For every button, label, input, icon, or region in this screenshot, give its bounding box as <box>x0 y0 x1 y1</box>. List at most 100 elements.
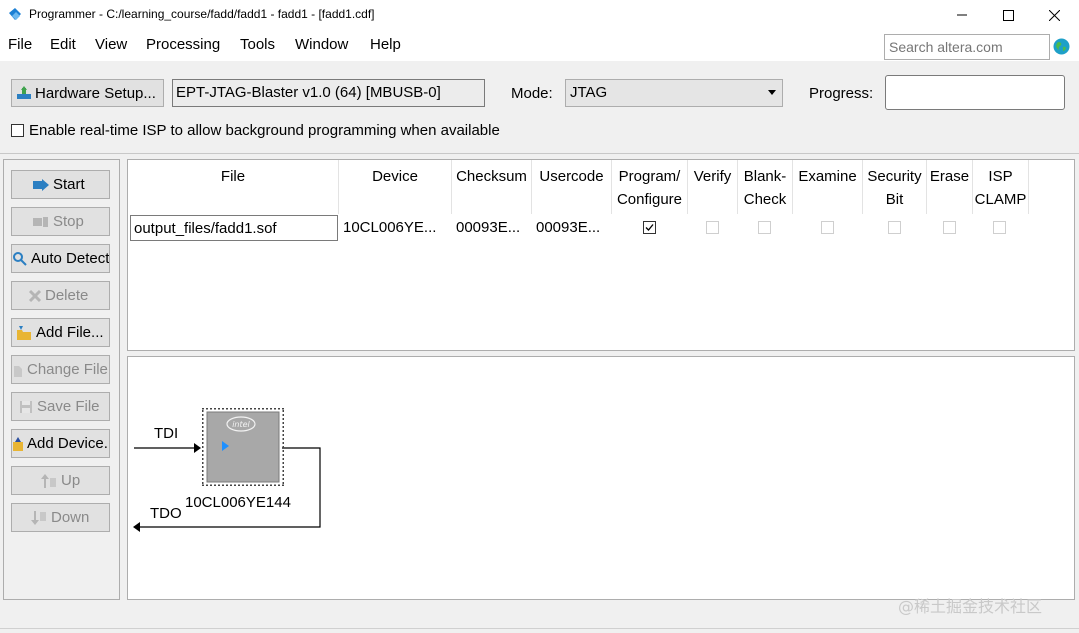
column-header-erase[interactable]: Erase <box>927 160 973 214</box>
title-bar: Programmer - C:/learning_course/fadd/fad… <box>0 0 1079 30</box>
examine-checkbox[interactable] <box>821 221 834 234</box>
menu-tools[interactable]: Tools <box>240 36 275 53</box>
cell-device[interactable]: 10CL006YE... <box>343 215 448 241</box>
save-file-icon <box>20 400 32 413</box>
column-header-examine[interactable]: Examine <box>793 160 863 214</box>
isp-clamp-checkbox[interactable] <box>993 221 1006 234</box>
hardware-field: EPT-JTAG-Blaster v1.0 (64) [MBUSB-0] <box>172 79 485 107</box>
hardware-setup-button[interactable]: Hardware Setup... <box>11 79 164 107</box>
column-header-file[interactable]: File <box>128 160 339 214</box>
delete-icon <box>28 289 42 302</box>
menu-help[interactable]: Help <box>370 36 401 53</box>
column-header-verify[interactable]: Verify <box>688 160 738 214</box>
minimize-icon <box>957 14 967 16</box>
close-icon <box>1048 9 1060 21</box>
start-button[interactable]: Start <box>11 170 110 199</box>
programmer-app-icon <box>9 8 21 20</box>
stop-label: Stop <box>53 213 84 230</box>
chip-icon: intel <box>202 408 284 486</box>
column-header-usercode[interactable]: Usercode <box>532 160 612 214</box>
up-label: Up <box>61 472 81 489</box>
hardware-setup-icon <box>17 86 31 99</box>
jtag-chain-diagram: TDI TDO intel 10CL006YE144 <box>127 356 1075 600</box>
header-label: Erase <box>929 168 970 185</box>
header-label: Configure <box>616 191 683 208</box>
chip-name-label: 10CL006YE144 <box>185 494 291 511</box>
progress-bar <box>885 75 1065 110</box>
column-header-isp-clamp[interactable]: ISP CLAMP <box>973 160 1029 214</box>
column-header-program-configure[interactable]: Program/Configure <box>612 160 688 214</box>
header-label: Program/ <box>618 168 681 185</box>
stop-icon <box>33 216 48 227</box>
erase-checkbox[interactable] <box>943 221 956 234</box>
maximize-button[interactable] <box>985 0 1031 30</box>
down-button[interactable]: Down <box>11 503 110 532</box>
header-label: Check <box>743 191 787 208</box>
minimize-button[interactable] <box>939 0 985 30</box>
start-icon <box>33 178 49 191</box>
menu-view[interactable]: View <box>95 36 127 53</box>
header-label: Checksum <box>456 168 527 185</box>
auto-detect-icon <box>13 251 27 266</box>
auto-detect-label: Auto Detect <box>31 250 110 267</box>
header-label: Usercode <box>539 168 604 185</box>
add-file-button[interactable]: Add File... <box>11 318 110 347</box>
menu-edit[interactable]: Edit <box>50 36 76 53</box>
header-label: Bit <box>885 191 904 208</box>
menu-processing[interactable]: Processing <box>146 36 220 53</box>
add-device-label: Add Device... <box>27 435 110 452</box>
auto-detect-button[interactable]: Auto Detect <box>11 244 110 273</box>
mode-select[interactable]: JTAG <box>565 79 783 107</box>
mode-value: JTAG <box>570 84 608 101</box>
start-label: Start <box>53 176 85 193</box>
delete-button[interactable]: Delete <box>11 281 110 310</box>
change-file-button[interactable]: Change File... <box>11 355 110 384</box>
cell-usercode[interactable]: 00093E... <box>536 215 612 241</box>
security-bit-checkbox[interactable] <box>888 221 901 234</box>
header-label: File <box>220 168 246 185</box>
save-file-label: Save File <box>37 398 100 415</box>
checkmark-icon <box>645 224 654 231</box>
verify-checkbox[interactable] <box>706 221 719 234</box>
isp-checkbox[interactable] <box>11 124 24 137</box>
menu-file[interactable]: File <box>8 36 32 53</box>
up-icon <box>41 473 56 488</box>
device-file-table: File Device Checksum Usercode Program/Co… <box>127 159 1075 351</box>
stop-button[interactable]: Stop <box>11 207 110 236</box>
column-header-device[interactable]: Device <box>339 160 452 214</box>
tdo-label: TDO <box>150 505 182 522</box>
header-label: ISP <box>988 168 1013 185</box>
globe-icon[interactable] <box>1053 38 1070 55</box>
change-file-icon <box>14 365 22 377</box>
fpga-chip[interactable]: intel <box>202 408 284 486</box>
save-file-button[interactable]: Save File <box>11 392 110 421</box>
progress-label: Progress: <box>809 85 874 102</box>
chevron-down-icon <box>768 90 776 95</box>
program-configure-checkbox[interactable] <box>643 221 656 234</box>
header-label: Device <box>372 168 418 185</box>
intel-logo: intel <box>232 420 250 429</box>
close-button[interactable] <box>1031 0 1077 30</box>
window-title: Programmer - C:/learning_course/fadd/fad… <box>29 7 375 21</box>
maximize-icon <box>1002 9 1014 21</box>
column-header-blank-check[interactable]: Blank- Check <box>738 160 793 214</box>
cell-checksum[interactable]: 00093E... <box>456 215 532 241</box>
search-input[interactable]: Search altera.com <box>884 34 1050 60</box>
hardware-setup-label: Hardware Setup... <box>35 84 156 102</box>
column-header-security-bit[interactable]: Security Bit <box>863 160 927 214</box>
blank-check-checkbox[interactable] <box>758 221 771 234</box>
cell-file[interactable]: output_files/fadd1.sof <box>130 215 338 241</box>
add-file-label: Add File... <box>36 324 104 341</box>
add-device-icon <box>13 436 23 451</box>
menu-window[interactable]: Window <box>295 36 348 53</box>
watermark-text: @稀土掘金技术社区 <box>898 597 1043 616</box>
isp-label: Enable real-time ISP to allow background… <box>29 122 500 139</box>
column-header-checksum[interactable]: Checksum <box>452 160 532 214</box>
add-device-button[interactable]: Add Device... <box>11 429 110 458</box>
change-file-label: Change File... <box>27 361 109 378</box>
header-label: Security <box>867 168 922 185</box>
up-button[interactable]: Up <box>11 466 110 495</box>
header-label: Examine <box>798 168 857 185</box>
tdi-label: TDI <box>154 425 179 442</box>
header-label: Verify <box>693 168 732 185</box>
